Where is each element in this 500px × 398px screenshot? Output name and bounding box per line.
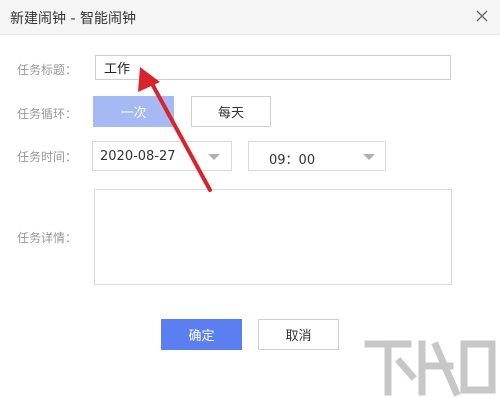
task-detail-textarea[interactable] — [94, 189, 452, 285]
task-repeat-label: 任务循环： — [17, 107, 78, 121]
task-title-input[interactable] — [95, 55, 451, 80]
task-detail-label: 任务详情： — [17, 231, 78, 245]
task-time-label: 任务时间： — [17, 150, 78, 164]
dialog-titlebar: 新建闹钟 - 智能闹钟 — [0, 0, 500, 35]
dialog-title: 新建闹钟 - 智能闹钟 — [10, 11, 136, 27]
task-title-label: 任务标题： — [17, 63, 78, 77]
confirm-button[interactable]: 确定 — [161, 319, 242, 350]
repeat-once-button[interactable]: 一次 — [93, 96, 174, 127]
watermark-logo — [364, 340, 496, 397]
repeat-daily-button[interactable]: 每天 — [191, 96, 271, 127]
chevron-down-icon — [363, 154, 375, 160]
chevron-down-icon — [208, 154, 220, 160]
date-value: 2020-08-27 — [100, 149, 176, 164]
close-button[interactable] — [470, 4, 494, 28]
time-select[interactable]: 09：00 — [248, 141, 386, 171]
close-icon — [476, 10, 488, 22]
cancel-button[interactable]: 取消 — [258, 319, 339, 350]
time-value: 09：00 — [269, 153, 316, 168]
date-select[interactable]: 2020-08-27 — [92, 141, 232, 171]
